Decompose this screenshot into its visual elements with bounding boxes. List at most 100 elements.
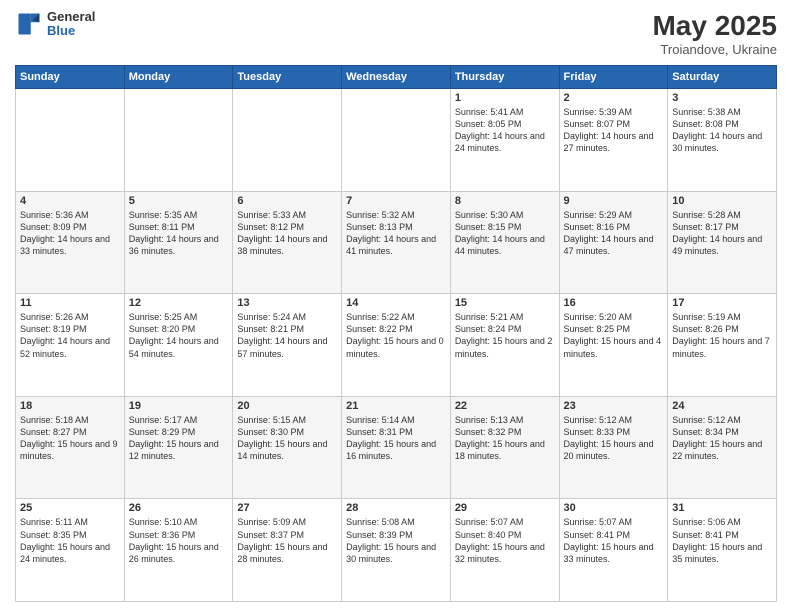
cell-content: Sunrise: 5:22 AMSunset: 8:22 PMDaylight:…: [346, 311, 446, 360]
calendar-cell: 21 Sunrise: 5:14 AMSunset: 8:31 PMDayligh…: [342, 396, 451, 499]
cell-content: Sunrise: 5:28 AMSunset: 8:17 PMDaylight:…: [672, 209, 772, 258]
cell-content: Sunrise: 5:19 AMSunset: 8:26 PMDaylight:…: [672, 311, 772, 360]
cell-content: Sunrise: 5:15 AMSunset: 8:30 PMDaylight:…: [237, 414, 337, 463]
weekday-header: Friday: [559, 66, 668, 89]
cell-content: Sunrise: 5:09 AMSunset: 8:37 PMDaylight:…: [237, 516, 337, 565]
calendar-cell: 9 Sunrise: 5:29 AMSunset: 8:16 PMDaylight…: [559, 191, 668, 294]
month-year: May 2025: [652, 10, 777, 42]
day-number: 22: [455, 400, 555, 412]
calendar-cell: 28 Sunrise: 5:08 AMSunset: 8:39 PMDayligh…: [342, 499, 451, 602]
day-number: 15: [455, 297, 555, 309]
cell-content: Sunrise: 5:13 AMSunset: 8:32 PMDaylight:…: [455, 414, 555, 463]
calendar-cell: 26Sunrise: 5:10 AMSunset: 8:36 PMDayligh…: [124, 499, 233, 602]
cell-content: Sunrise: 5:35 AMSunset: 8:11 PMDaylight:…: [129, 209, 229, 258]
calendar-cell: [124, 89, 233, 192]
day-number: 12: [129, 297, 229, 309]
calendar-cell: 23 Sunrise: 5:12 AMSunset: 8:33 PMDayligh…: [559, 396, 668, 499]
day-number: 16: [564, 297, 664, 309]
day-number: 7: [346, 195, 446, 207]
day-number: 4: [20, 195, 120, 207]
day-number: 29: [455, 502, 555, 514]
cell-content: Sunrise: 5:26 AMSunset: 8:19 PMDaylight:…: [20, 311, 120, 360]
day-number: 2: [564, 92, 664, 104]
day-number: 8: [455, 195, 555, 207]
weekday-header: Thursday: [450, 66, 559, 89]
weekday-header: Saturday: [668, 66, 777, 89]
calendar-cell: 2 Sunrise: 5:39 AMSunset: 8:07 PMDaylight…: [559, 89, 668, 192]
cell-content: Sunrise: 5:30 AMSunset: 8:15 PMDaylight:…: [455, 209, 555, 258]
header: General Blue May 2025 Troiandove, Ukrain…: [15, 10, 777, 57]
calendar-cell: 19 Sunrise: 5:17 AMSunset: 8:29 PMDayligh…: [124, 396, 233, 499]
calendar-cell: [233, 89, 342, 192]
title-block: May 2025 Troiandove, Ukraine: [652, 10, 777, 57]
calendar-cell: 12 Sunrise: 5:25 AMSunset: 8:20 PMDayligh…: [124, 294, 233, 397]
cell-content: Sunrise: 5:25 AMSunset: 8:20 PMDaylight:…: [129, 311, 229, 360]
calendar-cell: 29 Sunrise: 5:07 AMSunset: 8:40 PMDayligh…: [450, 499, 559, 602]
day-number: 24: [672, 400, 772, 412]
cell-content: Sunrise: 5:21 AMSunset: 8:24 PMDaylight:…: [455, 311, 555, 360]
logo-blue: Blue: [47, 24, 95, 38]
cell-content: Sunrise: 5:32 AMSunset: 8:13 PMDaylight:…: [346, 209, 446, 258]
cell-content: Sunrise: 5:14 AMSunset: 8:31 PMDaylight:…: [346, 414, 446, 463]
cell-content: Sunrise: 5:29 AMSunset: 8:16 PMDaylight:…: [564, 209, 664, 258]
day-number: 21: [346, 400, 446, 412]
cell-content: Sunrise: 5:17 AMSunset: 8:29 PMDaylight:…: [129, 414, 229, 463]
calendar-cell: 6 Sunrise: 5:33 AMSunset: 8:12 PMDaylight…: [233, 191, 342, 294]
cell-content: Sunrise: 5:33 AMSunset: 8:12 PMDaylight:…: [237, 209, 337, 258]
calendar-week-row: 11Sunrise: 5:26 AMSunset: 8:19 PMDayligh…: [16, 294, 777, 397]
calendar-cell: 14 Sunrise: 5:22 AMSunset: 8:22 PMDayligh…: [342, 294, 451, 397]
page: General Blue May 2025 Troiandove, Ukrain…: [0, 0, 792, 612]
day-number: 14: [346, 297, 446, 309]
calendar-cell: 31 Sunrise: 5:06 AMSunset: 8:41 PMDayligh…: [668, 499, 777, 602]
calendar-cell: 18 Sunrise: 5:18 AMSunset: 8:27 PMDayligh…: [16, 396, 125, 499]
day-number: 19: [129, 400, 229, 412]
calendar-table: SundayMondayTuesdayWednesdayThursdayFrid…: [15, 65, 777, 602]
calendar-cell: 10 Sunrise: 5:28 AMSunset: 8:17 PMDayligh…: [668, 191, 777, 294]
day-number: 6: [237, 195, 337, 207]
cell-content: Sunrise: 5:11 AMSunset: 8:35 PMDaylight:…: [20, 516, 120, 565]
calendar-cell: 4Sunrise: 5:36 AMSunset: 8:09 PMDaylight…: [16, 191, 125, 294]
day-number: 1: [455, 92, 555, 104]
logo-text: General Blue: [47, 10, 95, 39]
calendar-cell: 22 Sunrise: 5:13 AMSunset: 8:32 PMDayligh…: [450, 396, 559, 499]
cell-content: Sunrise: 5:39 AMSunset: 8:07 PMDaylight:…: [564, 106, 664, 155]
cell-content: Sunrise: 5:41 AMSunset: 8:05 PMDaylight:…: [455, 106, 555, 155]
calendar-cell: [16, 89, 125, 192]
calendar-cell: 7 Sunrise: 5:32 AMSunset: 8:13 PMDaylight…: [342, 191, 451, 294]
day-number: 26: [129, 502, 229, 514]
day-number: 27: [237, 502, 337, 514]
calendar-week-row: 4Sunrise: 5:36 AMSunset: 8:09 PMDaylight…: [16, 191, 777, 294]
calendar-cell: 15 Sunrise: 5:21 AMSunset: 8:24 PMDayligh…: [450, 294, 559, 397]
calendar-cell: 25 Sunrise: 5:11 AMSunset: 8:35 PMDayligh…: [16, 499, 125, 602]
weekday-header: Wednesday: [342, 66, 451, 89]
weekday-header: Sunday: [16, 66, 125, 89]
day-number: 3: [672, 92, 772, 104]
logo-general: General: [47, 10, 95, 24]
cell-content: Sunrise: 5:12 AMSunset: 8:34 PMDaylight:…: [672, 414, 772, 463]
cell-content: Sunrise: 5:20 AMSunset: 8:25 PMDaylight:…: [564, 311, 664, 360]
cell-content: Sunrise: 5:18 AMSunset: 8:27 PMDaylight:…: [20, 414, 120, 463]
calendar-cell: 30Sunrise: 5:07 AMSunset: 8:41 PMDayligh…: [559, 499, 668, 602]
calendar-cell: 11Sunrise: 5:26 AMSunset: 8:19 PMDayligh…: [16, 294, 125, 397]
day-number: 20: [237, 400, 337, 412]
calendar-week-row: 25 Sunrise: 5:11 AMSunset: 8:35 PMDayligh…: [16, 499, 777, 602]
cell-content: Sunrise: 5:12 AMSunset: 8:33 PMDaylight:…: [564, 414, 664, 463]
calendar-cell: 5 Sunrise: 5:35 AMSunset: 8:11 PMDaylight…: [124, 191, 233, 294]
weekday-header: Tuesday: [233, 66, 342, 89]
day-number: 25: [20, 502, 120, 514]
cell-content: Sunrise: 5:07 AMSunset: 8:40 PMDaylight:…: [455, 516, 555, 565]
day-number: 9: [564, 195, 664, 207]
calendar-week-row: 18 Sunrise: 5:18 AMSunset: 8:27 PMDayligh…: [16, 396, 777, 499]
day-number: 31: [672, 502, 772, 514]
calendar-cell: 17Sunrise: 5:19 AMSunset: 8:26 PMDayligh…: [668, 294, 777, 397]
day-number: 18: [20, 400, 120, 412]
day-number: 5: [129, 195, 229, 207]
day-number: 10: [672, 195, 772, 207]
weekday-header: Monday: [124, 66, 233, 89]
calendar-cell: 27 Sunrise: 5:09 AMSunset: 8:37 PMDayligh…: [233, 499, 342, 602]
cell-content: Sunrise: 5:08 AMSunset: 8:39 PMDaylight:…: [346, 516, 446, 565]
cell-content: Sunrise: 5:38 AMSunset: 8:08 PMDaylight:…: [672, 106, 772, 155]
cell-content: Sunrise: 5:06 AMSunset: 8:41 PMDaylight:…: [672, 516, 772, 565]
day-number: 23: [564, 400, 664, 412]
day-number: 28: [346, 502, 446, 514]
